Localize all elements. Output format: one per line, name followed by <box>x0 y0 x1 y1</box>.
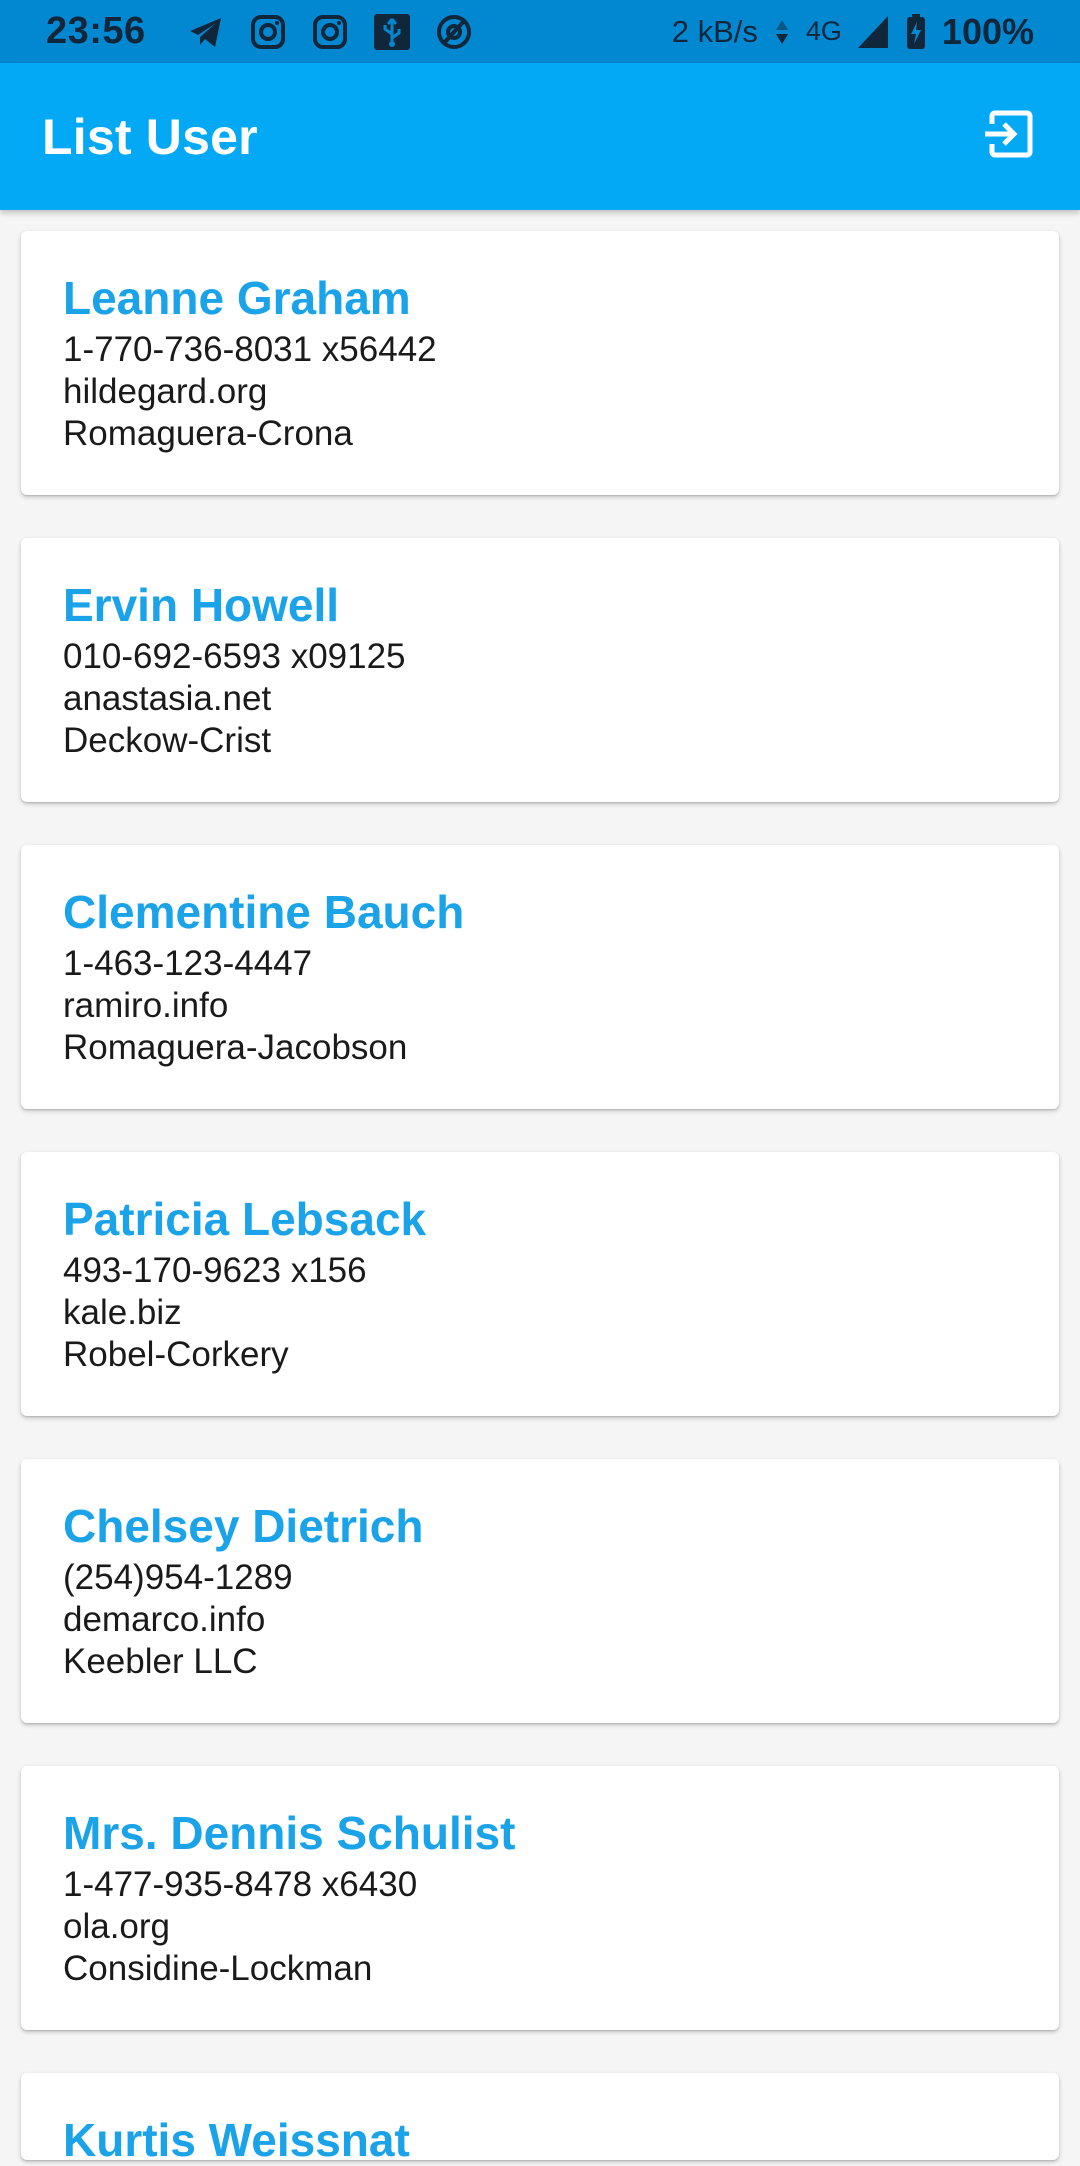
user-name: Chelsey Dietrich <box>63 1500 424 1552</box>
user-website: hildegard.org <box>63 372 268 411</box>
user-phone: 1-463-123-4447 <box>63 944 313 983</box>
usb-icon <box>372 12 412 52</box>
user-website: ramiro.info <box>63 986 229 1025</box>
user-card[interactable]: Leanne Graham 1-770-736-8031 x56442 hild… <box>21 231 1059 495</box>
user-website: kale.biz <box>63 1293 182 1332</box>
user-website: ola.org <box>63 1907 171 1946</box>
user-card[interactable]: Patricia Lebsack 493-170-9623 x156 kale.… <box>21 1152 1059 1416</box>
user-phone: 1-770-736-8031 x56442 <box>63 330 437 369</box>
signal-icon <box>856 12 890 52</box>
user-website: demarco.info <box>63 1600 266 1639</box>
user-name: Ervin Howell <box>63 579 340 631</box>
user-name: Kurtis Weissnat <box>63 2114 410 2166</box>
user-card[interactable]: Kurtis Weissnat <box>21 2073 1059 2166</box>
user-phone: 010-692-6593 x09125 <box>63 637 406 676</box>
user-card[interactable]: Chelsey Dietrich (254)954-1289 demarco.i… <box>21 1459 1059 1723</box>
user-company: Robel-Corkery <box>63 1335 289 1374</box>
app-bar: List User <box>0 63 1080 210</box>
user-card[interactable]: Ervin Howell 010-692-6593 x09125 anastas… <box>21 538 1059 802</box>
user-company: Romaguera-Jacobson <box>63 1028 408 1067</box>
status-time: 23:56 <box>46 10 146 52</box>
logout-button[interactable] <box>978 107 1038 167</box>
network-type: 4G <box>805 16 842 46</box>
user-phone: (254)954-1289 <box>63 1558 293 1597</box>
network-speed: 2 kB/s <box>671 13 758 49</box>
instagram-icon <box>310 12 350 52</box>
user-name: Patricia Lebsack <box>63 1193 427 1245</box>
sync-icon <box>434 12 474 52</box>
user-website: anastasia.net <box>63 679 272 718</box>
data-transfer-icon <box>772 12 792 52</box>
page-title: List User <box>42 108 258 165</box>
user-name: Mrs. Dennis Schulist <box>63 1807 516 1859</box>
user-phone: 493-170-9623 x156 <box>63 1251 367 1290</box>
battery-level: 100% <box>941 10 1034 52</box>
status-bar: 23:56 2 kB/s 4G 100% <box>0 0 1080 63</box>
user-company: Romaguera-Crona <box>63 414 353 453</box>
user-phone: 1-477-935-8478 x6430 <box>63 1865 418 1904</box>
logout-icon <box>981 107 1035 166</box>
battery-charging-icon <box>904 12 928 52</box>
user-company: Considine-Lockman <box>63 1949 373 1988</box>
user-name: Leanne Graham <box>63 272 411 324</box>
user-company: Keebler LLC <box>63 1642 258 1681</box>
user-name: Clementine Bauch <box>63 886 465 938</box>
user-company: Deckow-Crist <box>63 721 272 760</box>
user-card[interactable]: Mrs. Dennis Schulist 1-477-935-8478 x643… <box>21 1766 1059 2030</box>
user-card[interactable]: Clementine Bauch 1-463-123-4447 ramiro.i… <box>21 845 1059 1109</box>
instagram-icon <box>248 12 288 52</box>
telegram-icon <box>186 12 226 52</box>
